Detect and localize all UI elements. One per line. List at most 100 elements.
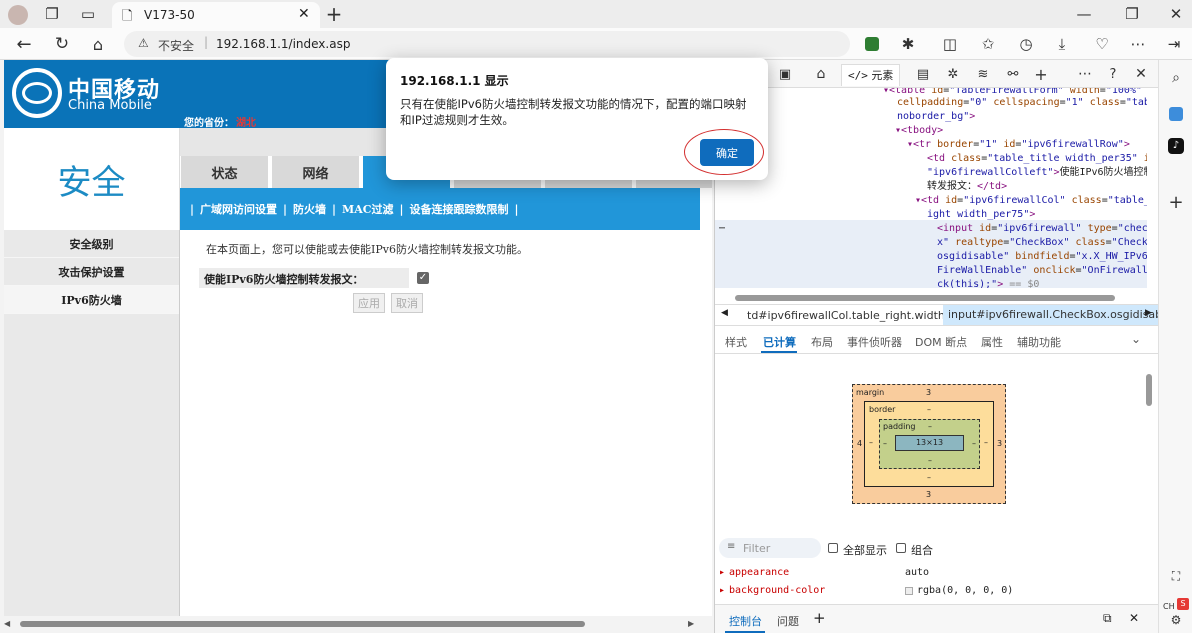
performance-icon[interactable]: ⚯ (1001, 62, 1025, 86)
breadcrumb-left-icon[interactable]: ◀ (721, 308, 728, 318)
devtools-menu-icon[interactable]: ⋯ (1073, 62, 1097, 86)
scroll-thumb[interactable] (20, 621, 585, 627)
split-screen-icon[interactable]: ◫ (938, 32, 962, 56)
add-sidebar-app-icon[interactable]: + (1164, 190, 1188, 214)
dom-tree[interactable]: ▾<table id="TableFirewallForm" width="10… (715, 88, 1147, 288)
apply-button[interactable]: 应用 (353, 293, 385, 313)
scroll-right-icon[interactable]: ▶ (688, 619, 694, 628)
group-checkbox[interactable] (896, 543, 906, 553)
enable-checkbox[interactable]: ✓ (417, 272, 429, 284)
close-window-icon[interactable]: ✕ (1164, 2, 1188, 26)
box-model-border: border – – – – padding – – – – 13×13 (864, 401, 994, 487)
tab-event-listeners[interactable]: 事件侦听器 (847, 334, 902, 350)
show-all-label: 全部显示 (843, 544, 887, 557)
dom-line-selected: <input id="ipv6firewall" type="checkb (937, 223, 1147, 234)
network-icon[interactable]: ≋ (971, 62, 995, 86)
url-text[interactable]: 192.168.1.1/index.asp (216, 37, 350, 51)
tab-dom-breakpoints[interactable]: DOM 断点 (915, 334, 967, 350)
tab-properties[interactable]: 属性 (981, 334, 1003, 350)
expand-icon[interactable]: ▸ (719, 566, 725, 580)
tiktok-icon[interactable]: ♪ (1164, 134, 1188, 158)
prop-name[interactable]: background-color (729, 584, 825, 598)
dom-line: 转发报文：</td> (927, 181, 1008, 192)
tab-accessibility[interactable]: 辅助功能 (1017, 334, 1061, 350)
margin-right: 3 (997, 439, 1003, 448)
address-field[interactable]: ⚠ 不安全 | 192.168.1.1/index.asp (124, 31, 850, 57)
subnav-mac-filter[interactable]: MAC过滤 (342, 201, 393, 217)
tab-layout[interactable]: 布局 (811, 334, 833, 350)
devtools-toolbar: ▣ ⌂ </> 元素 ▤ ✲ ≋ ⚯ + ⋯ ? ✕ (715, 60, 1159, 88)
browser-tab[interactable]: 🗋 V173-50 ✕ (112, 2, 320, 28)
help-icon[interactable]: ? (1101, 62, 1125, 86)
refresh-icon[interactable]: ↻ (50, 32, 74, 56)
subnav-conn-limit[interactable]: 设备连接跟踪数限制 (410, 201, 509, 217)
scroll-left-icon[interactable]: ◀ (4, 619, 10, 628)
more-menu-icon[interactable]: ⋯ (1126, 32, 1150, 56)
history-icon[interactable]: ◷ (1014, 32, 1038, 56)
tab-styles[interactable]: 样式 (725, 334, 747, 350)
add-tab-icon[interactable]: + (813, 609, 826, 627)
welcome-icon[interactable]: ⌂ (809, 62, 833, 86)
filter-icon: ≡ (727, 541, 736, 552)
more-tools-icon[interactable]: + (1029, 62, 1053, 86)
tab-status[interactable]: 状态 (181, 156, 268, 188)
tab-actions-icon[interactable]: ▭ (76, 2, 100, 26)
sidebar-item-attack-protection[interactable]: 攻击保护设置 (4, 258, 179, 286)
extensions-icon[interactable]: ✱ (896, 32, 920, 56)
settings-icon[interactable]: ⚙ (1164, 608, 1188, 632)
prop-name[interactable]: appearance (729, 566, 789, 580)
dom-scroll-thumb[interactable] (735, 295, 1115, 301)
prop-value: rgba(0, 0, 0, 0) (917, 585, 1014, 596)
breadcrumb-item-active[interactable]: input#ipv6firewall.CheckBox.osgidisable (943, 305, 1177, 325)
separator: | (283, 202, 288, 216)
workspaces-icon[interactable]: ❐ (40, 2, 64, 26)
browser-essentials-icon[interactable]: ♡ (1090, 32, 1114, 56)
tab-console[interactable]: 控制台 (729, 613, 762, 629)
download-icon[interactable]: ⤓ (1050, 32, 1074, 56)
tools-icon[interactable] (1164, 102, 1188, 126)
tab-computed[interactable]: 已计算 (763, 334, 796, 350)
sidebar-item-security-level[interactable]: 安全级别 (4, 230, 179, 258)
back-icon[interactable]: ← (12, 32, 36, 56)
dom-line: ▾<tbody> (895, 125, 944, 136)
close-tab-icon[interactable]: ✕ (298, 6, 310, 22)
favorites-icon[interactable]: ✩ (976, 32, 1000, 56)
ok-button[interactable]: 确定 (700, 139, 754, 166)
sidebar-toggle-icon[interactable]: ⇥ (1162, 32, 1186, 56)
show-all-checkbox[interactable] (828, 543, 838, 553)
styles-scroll-thumb[interactable] (1146, 374, 1152, 406)
subnav-wan-access[interactable]: 广域网访问设置 (200, 201, 277, 217)
close-drawer-icon[interactable]: ✕ (1129, 611, 1139, 625)
subnav-firewall[interactable]: 防火墙 (293, 201, 326, 217)
sidebar-item-ipv6-firewall[interactable]: IPv6防火墙 (4, 286, 179, 314)
tab-issues[interactable]: 问题 (777, 613, 799, 629)
dom-line: "ipv6firewallColleft">使能IPv6防火墙控制 (927, 167, 1147, 178)
alert-dialog: 192.168.1.1 显示 只有在使能IPv6防火墙控制转发报文功能的情况下，… (386, 58, 768, 180)
box-model-padding: padding – – – – 13×13 (879, 419, 980, 469)
home-icon[interactable]: ⌂ (86, 32, 110, 56)
filter-input[interactable]: ≡ Filter (719, 538, 821, 558)
search-icon[interactable]: ⌕ (1164, 66, 1188, 90)
console-icon[interactable]: ▤ (911, 62, 935, 86)
new-tab-icon[interactable]: + (322, 2, 346, 26)
profile-avatar[interactable] (8, 5, 28, 25)
color-swatch[interactable] (905, 587, 913, 595)
security-label[interactable]: 不安全 (158, 37, 194, 54)
tab-network[interactable]: 网络 (272, 156, 359, 188)
restore-icon[interactable]: ❐ (1120, 2, 1144, 26)
screenshot-icon[interactable]: ⛶ (1164, 564, 1188, 588)
minimize-icon[interactable]: — (1072, 2, 1096, 26)
elements-tab[interactable]: </> 元素 (841, 64, 901, 86)
inspect-icon[interactable]: ▣ (773, 62, 797, 86)
breadcrumb-right-icon[interactable]: ▶ (1145, 308, 1152, 318)
cancel-button[interactable]: 取消 (391, 293, 423, 313)
close-devtools-icon[interactable]: ✕ (1129, 62, 1153, 86)
debug-icon[interactable]: ✲ (941, 62, 965, 86)
padding-left: – (883, 439, 887, 448)
breadcrumb: ◀ td#ipv6firewallCol.table_right.width_p… (715, 304, 1177, 326)
chevron-down-icon[interactable]: ⌄ (1131, 332, 1141, 346)
horizontal-scrollbar[interactable]: ◀ ▶ (0, 617, 712, 631)
extension-icon[interactable] (860, 32, 884, 56)
expand-icon[interactable]: ▸ (719, 584, 725, 598)
dock-icon[interactable]: ⧉ (1103, 611, 1112, 626)
